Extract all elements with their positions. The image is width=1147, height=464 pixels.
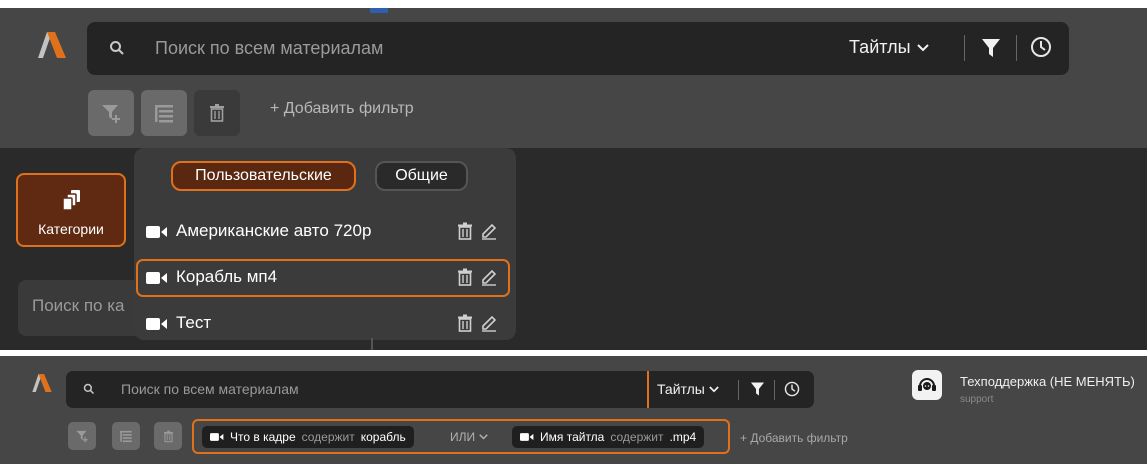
divider xyxy=(738,380,739,400)
filter-add-button[interactable] xyxy=(88,90,134,136)
search-icon[interactable] xyxy=(83,383,95,395)
divider xyxy=(774,380,775,400)
scope-select-label: Тайтлы xyxy=(657,381,705,397)
filter-add-button[interactable] xyxy=(68,422,96,450)
pencil-icon[interactable] xyxy=(480,314,498,332)
tab-user-categories[interactable]: Пользовательские xyxy=(171,161,356,191)
pencil-icon[interactable] xyxy=(480,268,498,286)
tree-connector xyxy=(371,338,373,350)
filter-value: корабль xyxy=(360,430,406,444)
categories-button[interactable]: Категории xyxy=(16,173,126,247)
filter-field: Что в кадре xyxy=(230,430,296,444)
add-filter-link[interactable]: + Добавить фильтр xyxy=(270,100,414,118)
filter-clear-button[interactable] xyxy=(154,422,182,450)
trash-icon xyxy=(207,103,227,123)
category-item[interactable]: Американские авто 720p xyxy=(136,213,510,251)
filter-operator: содержит xyxy=(301,430,355,444)
categories-icon xyxy=(62,189,84,213)
logic-operator-label: ИЛИ xyxy=(450,430,476,444)
pencil-icon[interactable] xyxy=(480,222,498,240)
filter-clear-button[interactable] xyxy=(194,90,240,136)
chevron-down-icon xyxy=(709,385,719,393)
app-logo[interactable] xyxy=(32,374,52,392)
video-camera-icon xyxy=(146,226,168,238)
filter-tree-button[interactable] xyxy=(112,422,140,450)
divider xyxy=(964,35,965,61)
filter-list-icon xyxy=(119,429,133,443)
video-camera-icon xyxy=(146,272,168,284)
scope-select[interactable]: Тайтлы xyxy=(657,381,719,397)
category-item-name: Американские авто 720p xyxy=(176,221,372,240)
search-input[interactable]: Поиск по всем материалам xyxy=(155,38,383,59)
search-input[interactable]: Поиск по всем материалам xyxy=(121,381,299,397)
divider xyxy=(1016,35,1017,61)
categories-dropdown: Пользовательские Общие Американские авто… xyxy=(134,148,516,340)
add-filter-link[interactable]: + Добавить фильтр xyxy=(740,431,848,445)
filter-group: Что в кадре содержит корабль ИЛИ Имя тай… xyxy=(192,419,730,454)
category-search-placeholder: Поиск по ка xyxy=(32,296,125,315)
search-icon[interactable] xyxy=(109,40,125,56)
filter-tree-button[interactable] xyxy=(141,90,187,136)
scope-select-label: Тайтлы xyxy=(849,37,911,57)
category-item-name: Корабль мп4 xyxy=(176,267,278,286)
category-item-selected[interactable]: Корабль мп4 xyxy=(136,259,510,297)
categories-button-label: Категории xyxy=(38,221,104,237)
history-icon[interactable] xyxy=(1030,36,1052,58)
chevron-down-icon xyxy=(916,43,929,52)
trash-icon[interactable] xyxy=(456,314,474,332)
search-bar: Поиск по всем материалам Тайтлы xyxy=(87,22,1069,75)
top-screenshot: Поиск по всем материалам Тайтлы + Добави… xyxy=(0,8,1147,350)
top-edge-accent xyxy=(370,8,388,13)
logic-operator-select[interactable]: ИЛИ xyxy=(450,430,488,444)
filter-plus-icon xyxy=(75,429,89,443)
category-item[interactable]: Тест xyxy=(136,305,510,343)
trash-icon[interactable] xyxy=(456,268,474,286)
support-title[interactable]: Техподдержка (НЕ МЕНЯТЬ) xyxy=(960,374,1135,389)
chevron-down-icon xyxy=(479,434,488,440)
search-bar: Поиск по всем материалам Тайтлы xyxy=(66,371,814,408)
filter-icon[interactable] xyxy=(981,37,1001,59)
top-header: Поиск по всем материалам Тайтлы + Добави… xyxy=(0,8,1147,148)
bottom-screenshot: Поиск по всем материалам Тайтлы Техподде… xyxy=(0,356,1147,464)
filter-chip[interactable]: Что в кадре содержит корабль xyxy=(202,426,414,448)
video-camera-icon xyxy=(520,433,534,441)
trash-icon xyxy=(162,430,175,443)
video-camera-icon xyxy=(210,433,224,441)
history-icon[interactable] xyxy=(784,381,800,397)
tab-common-categories[interactable]: Общие xyxy=(375,161,468,191)
app-logo[interactable] xyxy=(38,32,66,58)
filter-list-icon xyxy=(153,102,175,124)
support-subtitle: support xyxy=(960,394,994,405)
filter-operator: содержит xyxy=(610,430,664,444)
cursor-marker xyxy=(647,371,649,408)
support-icon[interactable] xyxy=(912,370,942,400)
trash-icon[interactable] xyxy=(456,222,474,240)
video-camera-icon xyxy=(146,318,168,330)
filter-field: Имя тайтла xyxy=(540,430,605,444)
scope-select[interactable]: Тайтлы xyxy=(849,37,929,58)
category-item-name: Тест xyxy=(176,313,212,332)
filter-chip[interactable]: Имя тайтла содержит .mp4 xyxy=(512,426,705,448)
filter-value: .mp4 xyxy=(669,430,697,444)
filter-plus-icon xyxy=(100,102,122,124)
filter-icon[interactable] xyxy=(750,381,765,397)
